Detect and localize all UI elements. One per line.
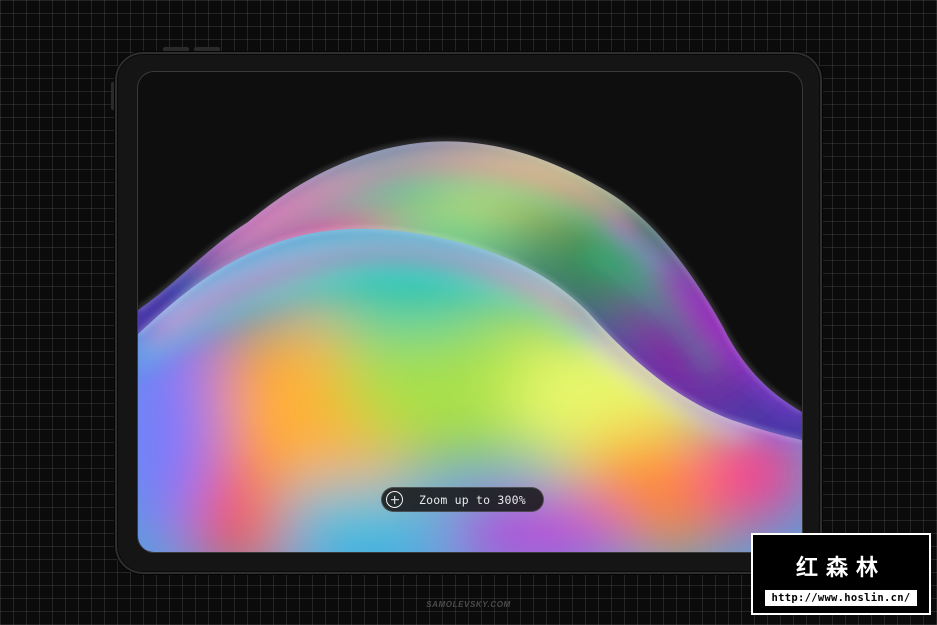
zoom-hint-label: Zoom up to 300% [419,492,526,507]
iridescent-wave-artwork [138,140,802,552]
watermark-badge: 红森林 http://www.hoslin.cn/ [751,533,931,615]
zoom-hint-pill: Zoom up to 300% [381,487,544,512]
plus-circle-icon [386,491,403,508]
watermark-title: 红森林 [795,556,886,581]
tablet-screen [138,72,802,552]
watermark-url: http://www.hoslin.cn/ [765,590,917,606]
